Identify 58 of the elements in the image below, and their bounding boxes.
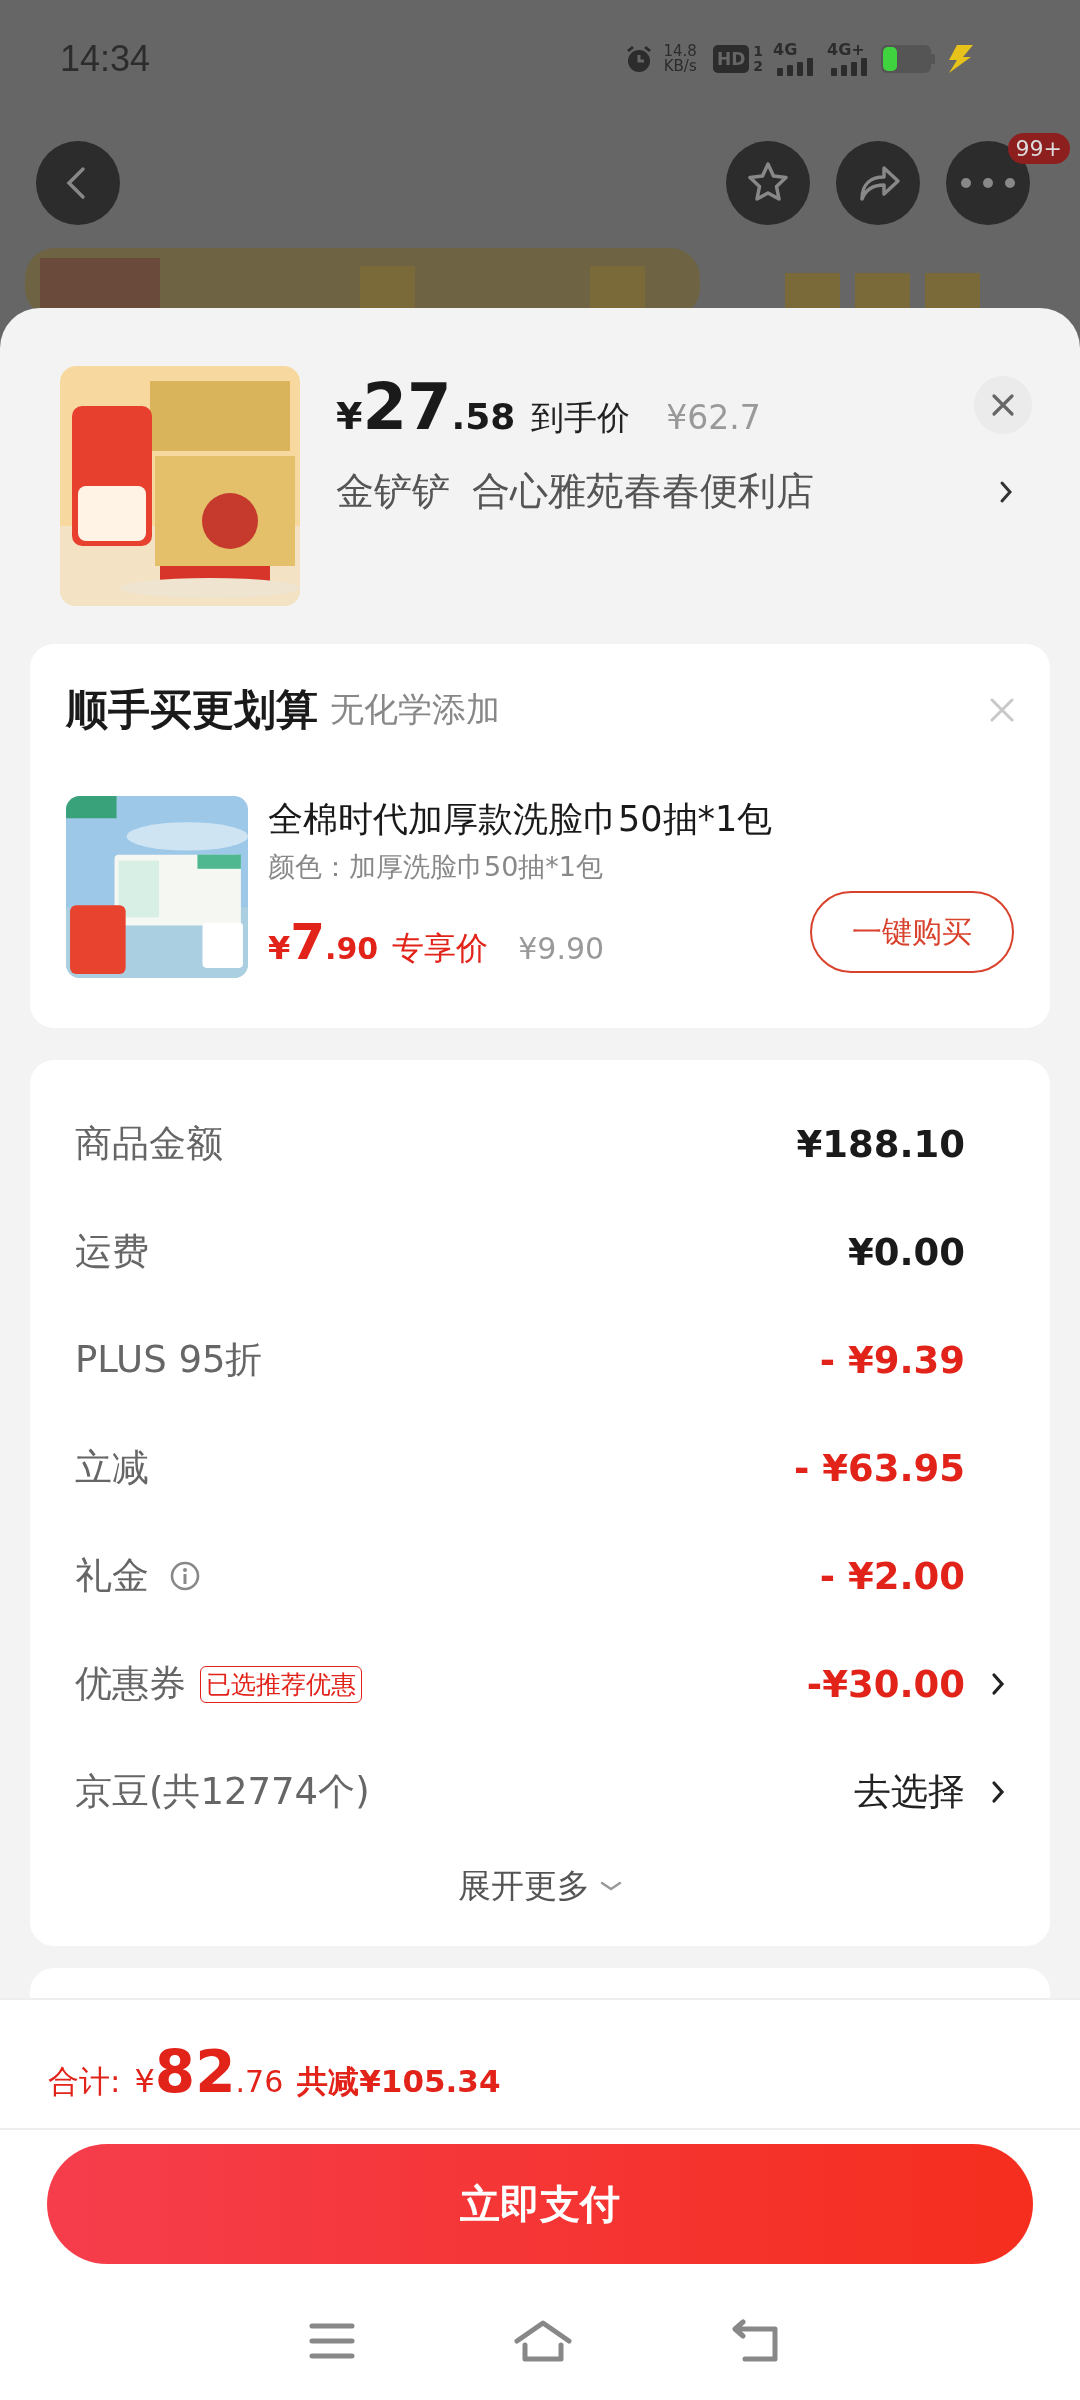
summary-label: 京豆(共12774个) — [75, 1769, 370, 1815]
hd-badge: HD — [712, 45, 750, 73]
price-decimal: .90 — [325, 931, 379, 966]
summary-value: - ¥9.39 — [819, 1338, 965, 1382]
currency-sign: ¥ — [336, 394, 363, 438]
section-title: 顺手买更划算 — [66, 684, 318, 736]
notification-badge: 99+ — [1007, 133, 1070, 164]
back-icon[interactable] — [731, 2319, 781, 2363]
summary-value: ¥0.00 — [847, 1230, 965, 1274]
chevron-down-icon[interactable] — [600, 1880, 622, 1892]
total-decimal: .76 — [235, 2064, 284, 2099]
summary-label: 优惠券 — [75, 1661, 186, 1707]
summary-value[interactable]: 去选择 — [854, 1767, 965, 1817]
address-text: 合心雅苑春春便利店 — [472, 468, 814, 515]
summary-label: 商品金额 — [75, 1121, 223, 1167]
network-speed: 14.8 — [663, 44, 697, 59]
total-savings: 共减¥105.34 — [297, 2062, 501, 2101]
summary-value: ¥188.10 — [796, 1122, 965, 1166]
chevron-icon[interactable] — [991, 1779, 1005, 1805]
pay-button[interactable]: 立即支付 — [47, 2144, 1033, 2264]
summary-value: - ¥63.95 — [793, 1446, 965, 1490]
sim-number: 2 — [753, 59, 763, 74]
price-integer: 7 — [290, 913, 326, 971]
price-integer: 27 — [362, 370, 452, 444]
summary-label: PLUS 95折 — [75, 1337, 263, 1383]
currency-sign: ¥ — [134, 2062, 155, 2100]
buy-button[interactable]: 一键购买 — [810, 891, 1014, 973]
summary-value: - ¥2.00 — [819, 1554, 965, 1598]
summary-label: 礼金 — [75, 1553, 149, 1599]
summary-label: 运费 — [75, 1229, 149, 1275]
speed-unit: KB/s — [663, 59, 697, 74]
currency-sign: ¥ — [268, 929, 291, 967]
original-price: ¥62.7 — [666, 398, 761, 437]
network-type: 4G+ — [827, 42, 865, 58]
product-spec: 颜色：加厚洗脸巾50抽*1包 — [268, 850, 605, 884]
total-label: 合计: — [48, 2062, 121, 2101]
battery-icon — [881, 45, 935, 73]
section-subtitle: 无化学添加 — [330, 688, 500, 731]
price-label: 专享价 — [392, 928, 489, 969]
home-icon[interactable] — [513, 2319, 573, 2363]
expand-more-link[interactable]: 展开更多 — [458, 1863, 590, 1909]
status-time: 14:34 — [60, 38, 151, 80]
sim-number: 1 — [753, 44, 763, 59]
info-icon[interactable] — [169, 1560, 201, 1592]
coupon-tag: 已选推荐优惠 — [200, 1665, 362, 1703]
original-price: ¥9.90 — [518, 931, 605, 966]
close-icon — [991, 393, 1015, 417]
chevron-icon[interactable] — [991, 1671, 1005, 1697]
price-decimal: .58 — [451, 396, 516, 437]
network-type: 4G — [773, 42, 798, 58]
menu-icon[interactable] — [309, 2322, 355, 2360]
price-label: 到手价 — [531, 397, 631, 439]
summary-value[interactable]: -¥30.00 — [806, 1662, 965, 1706]
product-name: 全棉时代加厚款洗脸巾50抽*1包 — [268, 798, 774, 841]
summary-label: 立减 — [75, 1445, 149, 1491]
total-integer: 82 — [154, 2038, 236, 2106]
more-dots-icon — [958, 177, 1018, 189]
address-text: 金铲铲 — [336, 468, 450, 515]
